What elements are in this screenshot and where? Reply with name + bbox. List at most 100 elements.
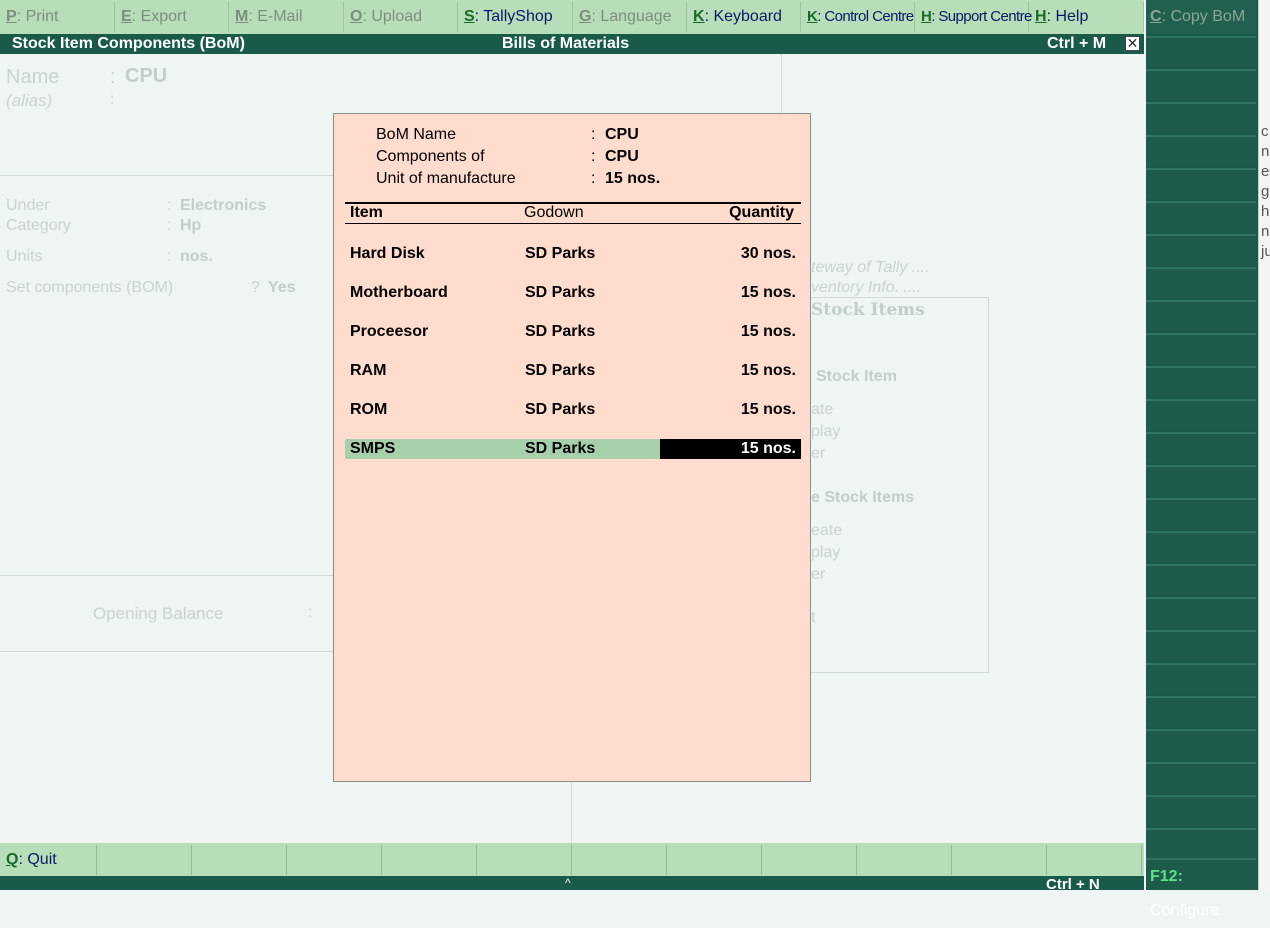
empty-function-button [1146, 498, 1256, 529]
menu-export[interactable]: E: Export [115, 2, 229, 32]
units-colon: : [167, 248, 172, 265]
empty-function-button [1146, 597, 1256, 628]
empty-bottom-button [857, 845, 952, 875]
menu-key: M [235, 8, 249, 25]
row-item: Hard Disk [350, 245, 425, 262]
under-label: Under [6, 197, 50, 214]
copy-bom-button[interactable]: C: Copy BoM [1146, 0, 1256, 34]
empty-function-button [1146, 399, 1256, 430]
menu-language[interactable]: G: Language [573, 2, 687, 32]
bottom-button-bar: Q: Quit [0, 843, 1144, 876]
menu-keyboard[interactable]: K: Keyboard [687, 2, 801, 32]
menu-key: G [579, 8, 592, 25]
menu-key: E [121, 8, 132, 25]
unit-of-manufacture-value: 15 nos. [605, 170, 661, 187]
row-godown: SD Parks [525, 284, 596, 301]
bom-name-colon: : [591, 126, 596, 143]
title-shortcut: Ctrl + M [1047, 35, 1107, 52]
menu-tallyshop[interactable]: S: TallyShop [458, 2, 573, 32]
configure-button[interactable]: F12: Configure [1146, 858, 1256, 919]
empty-function-button [1146, 69, 1256, 100]
quit-button[interactable]: Q: Quit [0, 845, 97, 875]
table-row-selected[interactable]: SMPS SD Parks 15 nos. [345, 439, 801, 459]
menu-alter-multi: er [811, 566, 826, 583]
gateway-panel-frame [811, 297, 989, 673]
menu-e-mail[interactable]: M: E-Mail [229, 2, 344, 32]
menu-print[interactable]: P: Print [0, 2, 115, 32]
category-value: Hp [180, 217, 202, 234]
row-item: Proceesor [350, 323, 429, 340]
divider [0, 175, 333, 176]
row-godown: SD Parks [525, 440, 596, 457]
row-item: SMPS [350, 440, 396, 457]
empty-function-button [1146, 465, 1256, 496]
empty-function-button [1146, 135, 1256, 166]
menu-label: Print [25, 8, 59, 25]
empty-function-button [1146, 366, 1256, 397]
empty-function-button [1146, 201, 1256, 232]
empty-function-button [1146, 234, 1256, 265]
components-of-value: CPU [605, 148, 639, 165]
report-title: Bills of Materials [502, 35, 630, 52]
empty-function-button [1146, 729, 1256, 760]
menu-help[interactable]: H: Help [1029, 2, 1144, 32]
empty-function-button [1146, 630, 1256, 661]
table-row[interactable]: ROM SD Parks 15 nos. [345, 400, 801, 420]
menu-key: K [807, 8, 818, 25]
name-label: Name [6, 66, 60, 88]
empty-bottom-button [287, 845, 382, 875]
stock-item-heading: Stock Item [816, 368, 897, 385]
units-value: nos. [180, 248, 213, 265]
row-item: ROM [350, 401, 388, 418]
gateway-text: teway of Tally .... [811, 259, 930, 276]
opening-balance-colon: : [308, 604, 313, 621]
menu-create-multi: eate [811, 522, 843, 539]
alias-label: (alias) [6, 91, 53, 110]
inventory-info-text: ventory Info. .... [811, 279, 922, 296]
table-row[interactable]: RAM SD Parks 15 nos. [345, 361, 801, 381]
empty-function-button [1146, 564, 1256, 595]
row-quantity: 15 nos. [740, 284, 796, 301]
row-godown: SD Parks [525, 401, 596, 418]
row-godown: SD Parks [525, 245, 596, 262]
unit-of-manufacture-label: Unit of manufacture [376, 170, 516, 187]
status-shortcut: Ctrl + N [1046, 876, 1100, 891]
row-quantity: 15 nos. [740, 440, 796, 457]
name-colon: : [110, 66, 116, 88]
menu-quit: t [811, 609, 816, 626]
menu-label: E-Mail [257, 8, 303, 25]
menu-create: ate [811, 401, 834, 418]
empty-bottom-button [192, 845, 287, 875]
menu-support-centre[interactable]: H: Support Centre [915, 2, 1032, 32]
name-value: CPU [125, 65, 168, 87]
right-button-panel: C: Copy BoM F12: Configure [1146, 0, 1258, 919]
empty-function-button [1146, 762, 1256, 793]
row-quantity: 15 nos. [740, 401, 796, 418]
under-value: Electronics [180, 197, 267, 214]
stock-items-heading: Stock Items [811, 300, 925, 320]
menu-key: H [1035, 8, 1047, 25]
components-of-colon: : [591, 148, 596, 165]
empty-function-button [1146, 432, 1256, 463]
menu-control-centre[interactable]: K: Control Centre [801, 2, 915, 32]
close-icon[interactable]: ✕ [1125, 36, 1140, 51]
table-header-rule [345, 223, 801, 224]
divider [781, 54, 782, 114]
table-row[interactable]: Proceesor SD Parks 15 nos. [345, 322, 801, 342]
bom-question: ? [251, 279, 260, 296]
table-row[interactable]: Motherboard SD Parks 15 nos. [345, 283, 801, 303]
menu-label: Control Centre [824, 8, 914, 25]
screen-title: Stock Item Components (BoM) [12, 35, 245, 52]
caret-up-icon[interactable]: ^ [565, 876, 571, 890]
copy-bom-key: C [1150, 8, 1162, 25]
bom-name-label: BoM Name [376, 126, 457, 143]
menu-key: S [464, 8, 475, 25]
col-header-item: Item [350, 204, 383, 221]
menu-key: K [693, 8, 705, 25]
table-row[interactable]: Hard Disk SD Parks 30 nos. [345, 244, 801, 264]
col-header-quantity: Quantity [729, 204, 794, 221]
menu-upload[interactable]: O: Upload [344, 2, 458, 32]
divider [0, 651, 333, 652]
empty-function-button [1146, 36, 1256, 67]
bom-value: Yes [268, 279, 296, 296]
